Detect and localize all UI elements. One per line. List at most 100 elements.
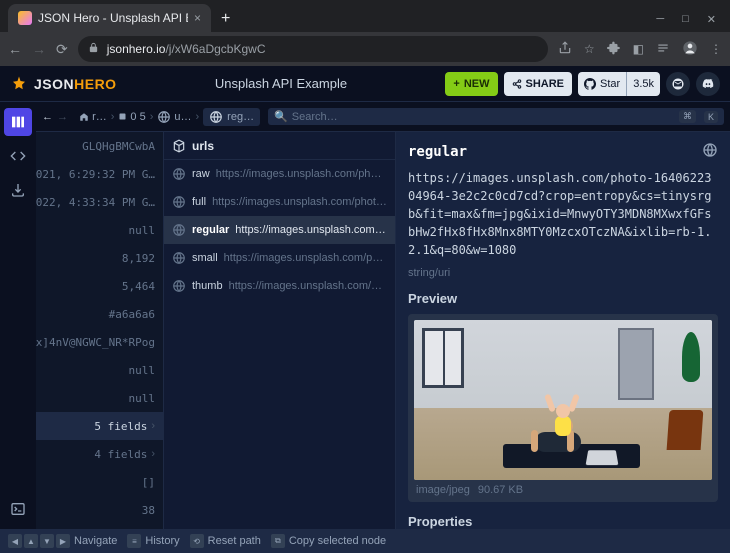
status-navigate[interactable]: Navigate [74,535,117,547]
detail-url-value[interactable]: https://images.unsplash.com/photo-164062… [408,169,718,259]
bookmark-icon[interactable]: ☆ [584,42,595,56]
browser-toolbar: ← → ⟳ jsonhero.io/j/xW6aDgcbKgwC ☆ ◧ ⋮ [0,32,730,66]
reset-icon: ⟲ [190,534,204,548]
share-button[interactable]: SHARE [504,72,573,96]
parent-row[interactable]: #a6a6a6 [36,300,163,328]
crumb-urls[interactable]: u… [157,110,191,124]
preview-mime: image/jpeg [416,484,470,496]
column-header: urls [164,132,395,160]
explorer: ← → r… › 0 5 › u… › reg… 🔍 Search… ⌘ K [36,102,730,529]
rail-download[interactable] [4,176,32,204]
search-placeholder: Search… [292,111,338,123]
rail-terminal[interactable] [4,495,32,523]
share-link-icon [512,79,522,89]
preview-image[interactable] [414,320,712,480]
app-main: ← → r… › 0 5 › u… › reg… 🔍 Search… ⌘ K [0,102,730,529]
parent-row[interactable]: 7, 2021, 6:29:32 PM G… [36,160,163,188]
preview-box: image/jpeg 90.67 KB [408,314,718,502]
parent-row[interactable]: 8,192 [36,244,163,272]
status-bar: ◀▲▼▶Navigate ≡History ⟲Reset path ⧉Copy … [0,529,730,553]
url-row-full[interactable]: fullhttps://images.unsplash.com/phot… [164,188,395,216]
maximize-icon[interactable]: □ [682,13,689,26]
back-icon[interactable]: ← [8,41,22,57]
crumb-index[interactable]: 0 5 [118,111,145,123]
browser-tab[interactable]: JSON Hero - Unsplash API Exam × [8,4,211,32]
detail-panel: regular https://images.unsplash.com/phot… [396,132,730,529]
object-icon [172,139,186,153]
url-host: jsonhero.io [107,42,166,56]
detail-type: string/uri [408,267,718,279]
preview-heading: Preview [408,291,718,306]
close-tab-icon[interactable]: × [194,11,201,25]
side-panel-icon[interactable]: ◧ [633,42,644,56]
columns: GLQHgBMCwbA7, 2021, 6:29:32 PM G…31, 202… [36,132,730,529]
new-button[interactable]: +NEW [445,72,497,96]
address-bar[interactable]: jsonhero.io/j/xW6aDgcbKgwC [78,36,548,62]
rail-columns-view[interactable] [4,108,32,136]
minimize-icon[interactable]: ─ [656,13,664,26]
properties-heading: Properties [408,514,718,529]
url-row-small[interactable]: smallhttps://images.unsplash.com/phot… [164,244,395,272]
kbd-k: K [704,111,718,123]
detail-title: regular [408,144,467,160]
crumb-back-icon[interactable]: ← [42,111,53,123]
kbd-cmd: ⌘ [679,110,696,123]
status-history[interactable]: History [145,535,179,547]
email-button[interactable] [666,72,690,96]
history-icon: ≡ [127,534,141,548]
url-path: /j/xW6aDgcbKgwC [165,42,265,56]
url-row-raw[interactable]: rawhttps://images.unsplash.com/phot… [164,160,395,188]
document-title[interactable]: Unsplash API Example [127,76,436,91]
parent-row[interactable]: null [36,384,163,412]
breadcrumb-bar: ← → r… › 0 5 › u… › reg… 🔍 Search… ⌘ K [36,102,730,132]
parent-row[interactable]: null [36,216,163,244]
preview-size: 90.67 KB [478,484,523,496]
app-header: JSONHERO Unsplash API Example +NEW SHARE… [0,66,730,102]
column-parent[interactable]: GLQHgBMCwbA7, 2021, 6:29:32 PM G…31, 202… [36,132,164,529]
parent-row[interactable]: 31, 2022, 4:33:34 PM G… [36,188,163,216]
menu-icon[interactable]: ⋮ [710,42,722,56]
share-icon[interactable] [558,41,572,58]
parent-row[interactable]: @t7bvx]4nV@NGWC_NR*RPog [36,328,163,356]
forward-icon[interactable]: → [32,41,46,57]
github-star-count: 3.5k [627,78,660,90]
parent-row[interactable]: [] [36,468,163,496]
url-row-regular[interactable]: regularhttps://images.unsplash.com/p… [164,216,395,244]
logo-text-hero: HERO [74,76,116,92]
status-reset[interactable]: Reset path [208,535,261,547]
crumb-current-chip[interactable]: reg… [203,108,260,126]
reload-icon[interactable]: ⟳ [56,41,68,58]
crumb-home[interactable]: r… [79,111,107,123]
tab-title: JSON Hero - Unsplash API Exam [38,11,188,25]
discord-button[interactable] [696,72,720,96]
crumb-forward-icon[interactable]: → [57,111,68,123]
parent-row[interactable]: 5,464 [36,272,163,300]
search-input[interactable]: 🔍 Search… ⌘ K [268,108,724,125]
copy-icon: ⧉ [271,534,285,548]
extensions-icon[interactable] [607,41,621,58]
github-star-pill[interactable]: Star 3.5k [578,72,660,96]
app: JSONHERO Unsplash API Example +NEW SHARE… [0,66,730,553]
parent-row[interactable]: 5 fields› [36,412,163,440]
column-title: urls [192,139,214,153]
column-urls[interactable]: urls rawhttps://images.unsplash.com/phot… [164,132,396,529]
status-copy[interactable]: Copy selected node [289,535,386,547]
left-rail [0,102,36,529]
parent-row[interactable]: GLQHgBMCwbA [36,132,163,160]
parent-row[interactable]: 38 [36,496,163,524]
parent-row[interactable]: 4 fields› [36,440,163,468]
new-tab-button[interactable]: + [221,10,230,32]
window-controls: ─ □ ✕ [642,13,730,32]
url-row-thumb[interactable]: thumbhttps://images.unsplash.com/phot… [164,272,395,300]
github-icon [584,78,596,90]
open-in-new-icon[interactable] [702,142,718,161]
logo[interactable]: JSONHERO [10,75,117,93]
profile-icon[interactable] [682,40,698,59]
favicon [18,11,32,25]
logo-icon [10,75,28,93]
parent-row[interactable]: null [36,356,163,384]
reading-list-icon[interactable] [656,41,670,58]
close-window-icon[interactable]: ✕ [707,13,716,26]
lock-icon [88,42,99,56]
rail-code-view[interactable] [4,142,32,170]
